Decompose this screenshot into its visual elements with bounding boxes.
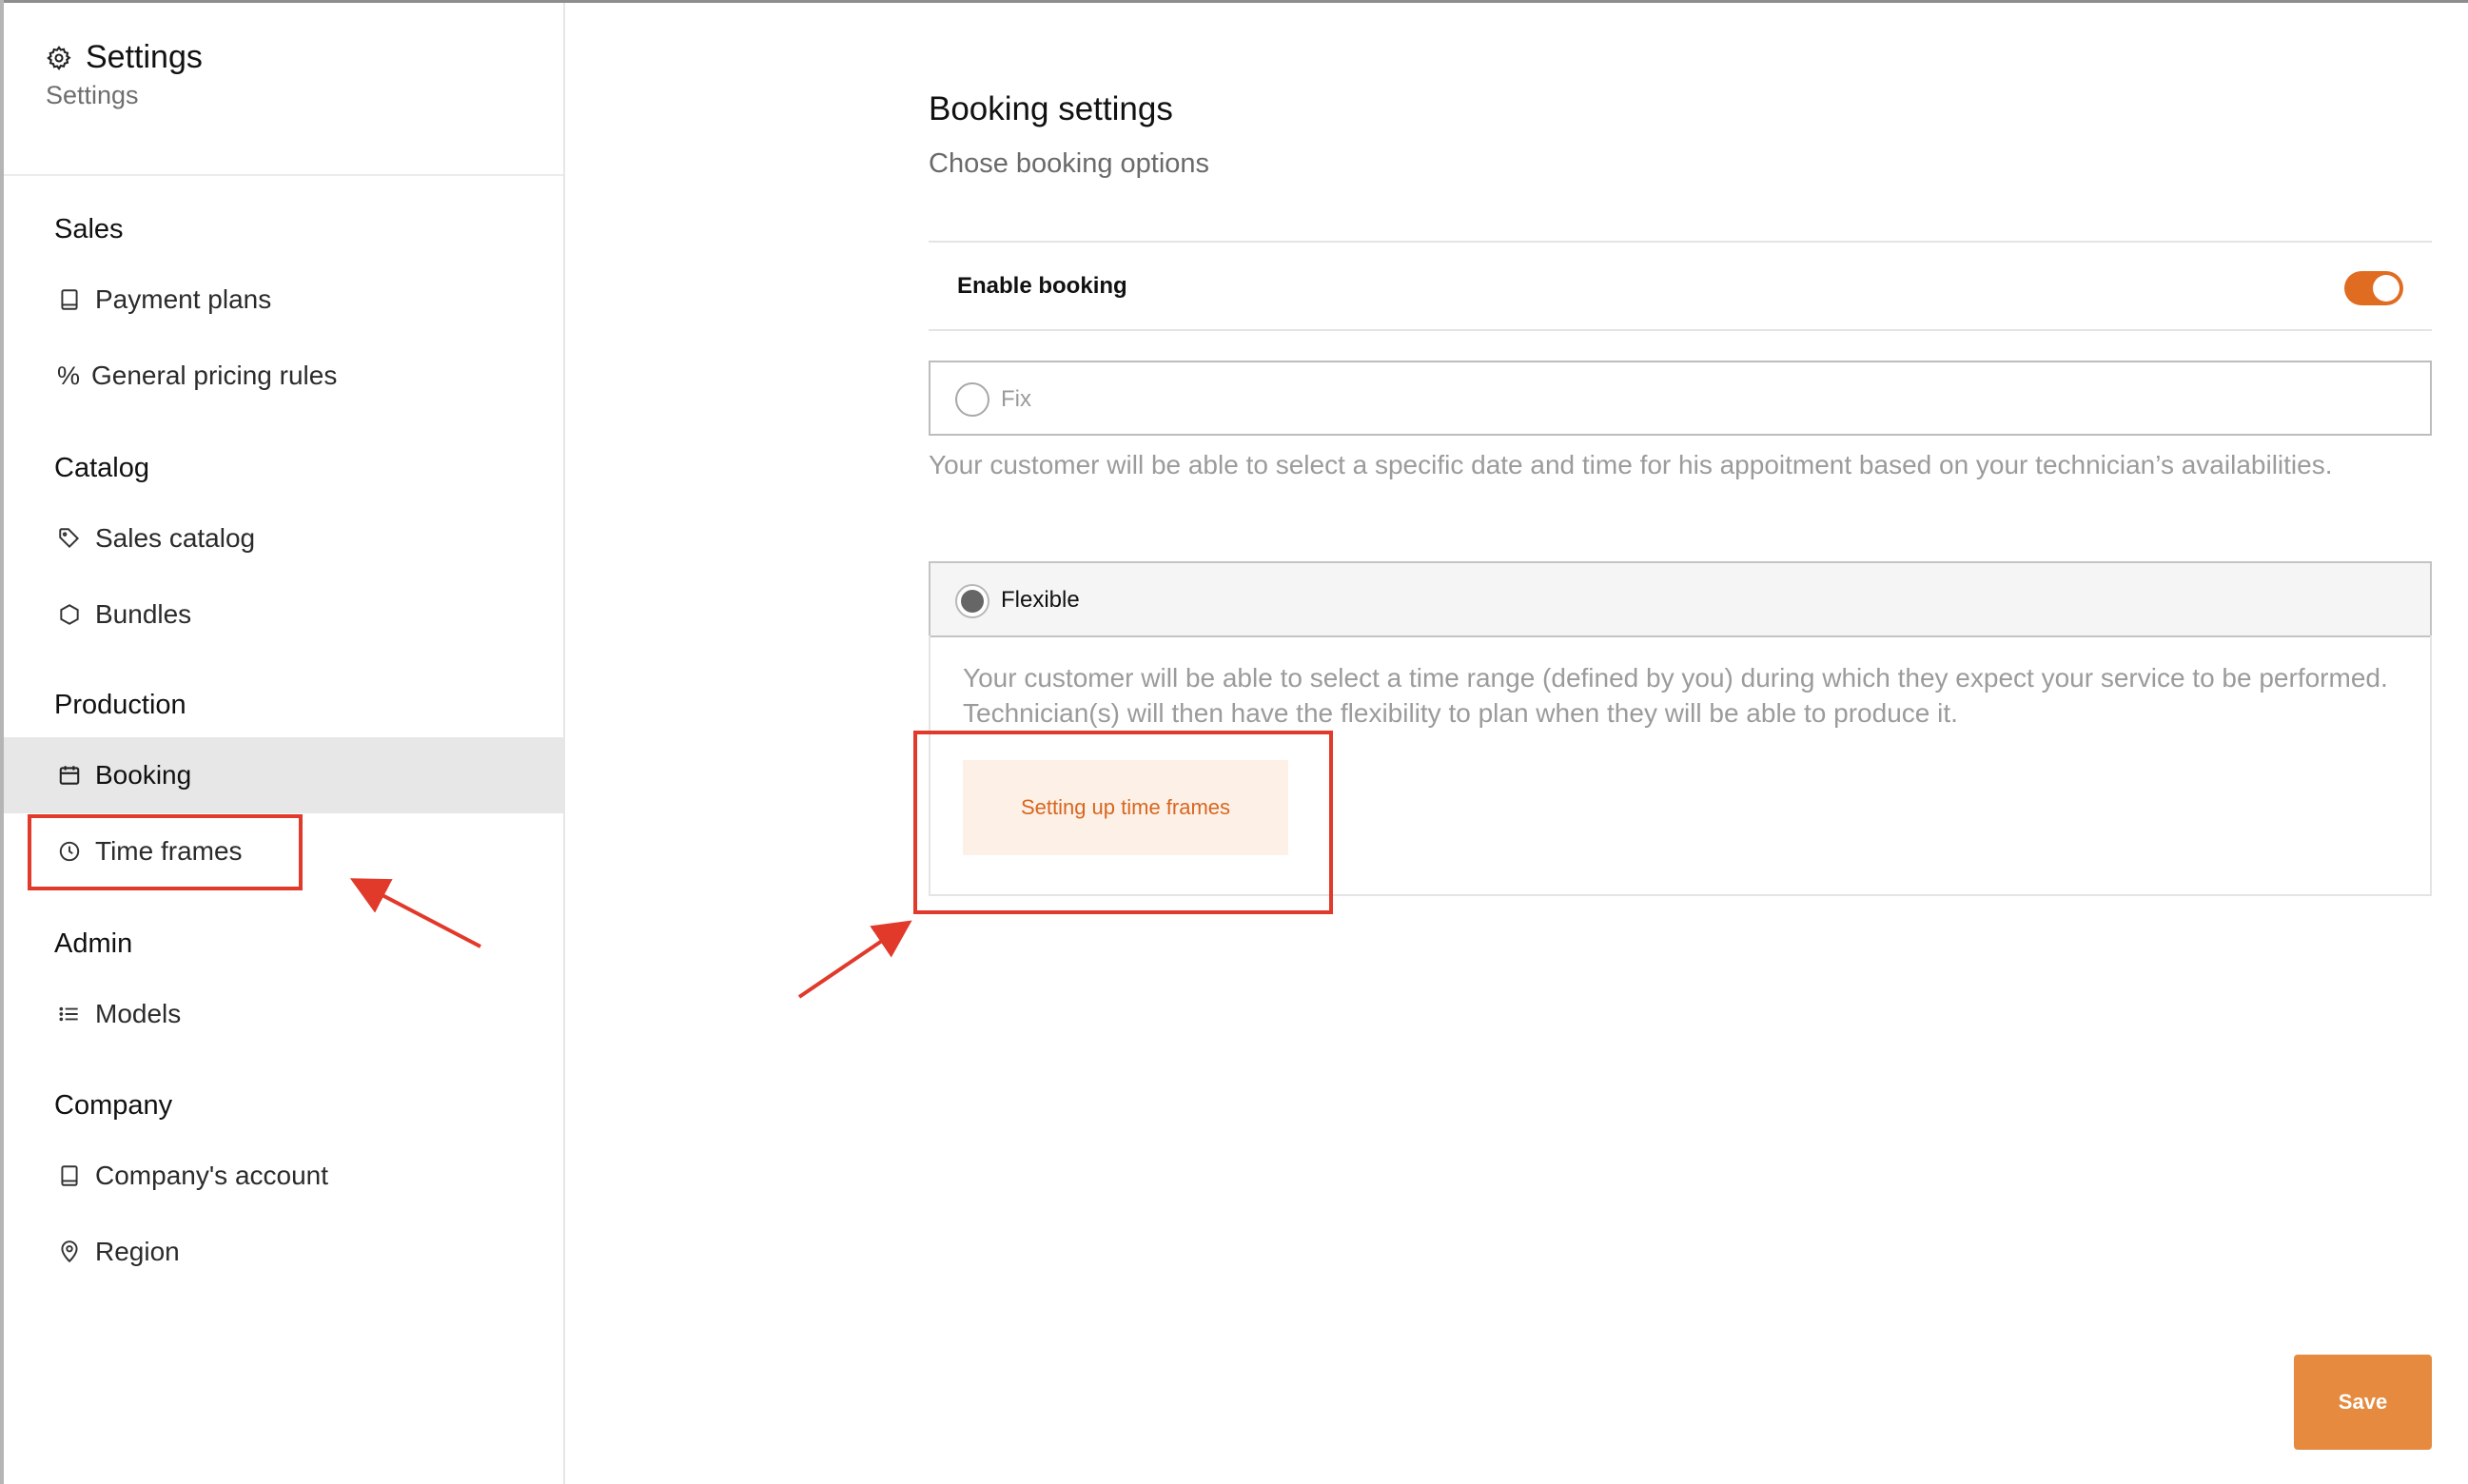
arrow-to-time-frames-item [349, 878, 481, 948]
annotation-arrows [349, 878, 912, 999]
arrow-to-time-frames-button [797, 920, 912, 999]
